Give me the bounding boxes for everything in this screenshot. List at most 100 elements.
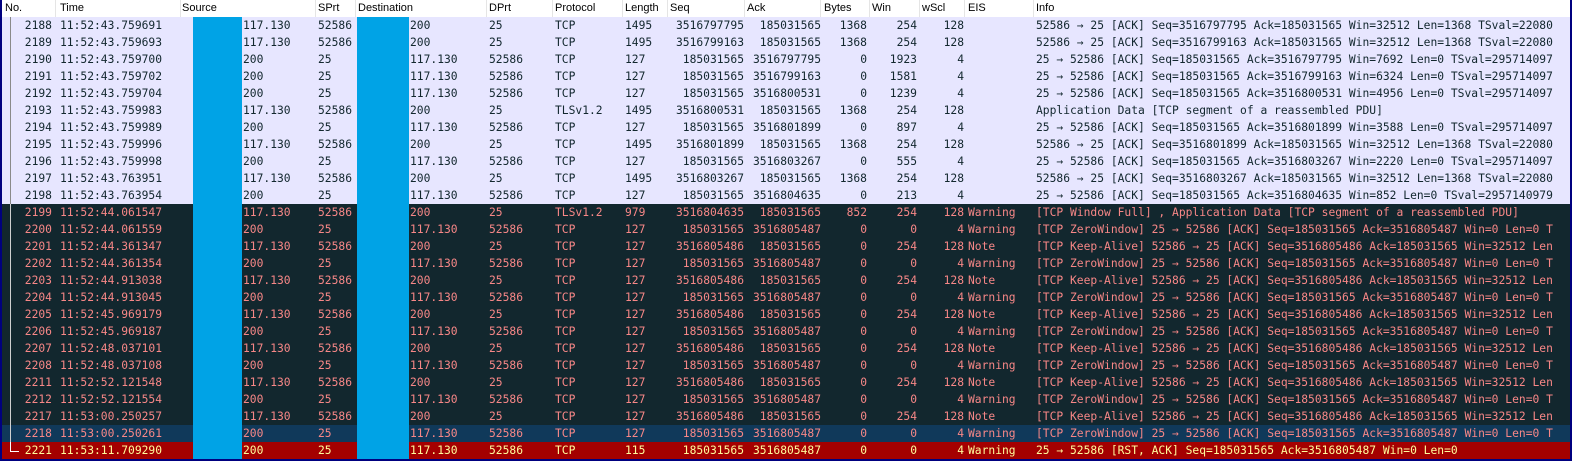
cell-time: 11:52:44.913045 [60,291,163,304]
cell-time: 11:52:45.969187 [60,325,163,338]
cell-seq: 185031565 [682,223,744,236]
cell-seq: 185031565 [682,444,744,457]
col-protocol[interactable]: Protocol [555,2,595,14]
cell-seq: 185031565 [682,393,744,406]
cell-ack: 185031565 [759,342,821,355]
cell-bytes: 0 [860,427,867,440]
cell-no: 2207 [24,342,52,355]
cell-no: 2205 [24,308,52,321]
cell-dprt: 52586 [489,189,524,202]
cell-no: 2218 [24,427,52,440]
col-destination[interactable]: Destination [358,2,413,14]
cell-dst: 117.130 [410,70,458,83]
cell-no: 2195 [24,138,52,151]
cell-eis: Note [968,410,996,423]
cell-proto: TCP [555,138,576,151]
cell-dst: 200 [410,308,431,321]
cell-bytes: 0 [860,325,867,338]
cell-seq: 185031565 [682,291,744,304]
cell-sprt: 25 [318,325,332,338]
cell-info: 52586 → 25 [ACK] Seq=3516799163 Ack=1850… [1036,36,1553,49]
cell-info: [TCP ZeroWindow] 25 → 52586 [ACK] Seq=18… [1036,359,1553,372]
cell-src: 200 [243,121,264,134]
cell-info: 25 → 52586 [ACK] Seq=185031565 Ack=35167… [1036,53,1553,66]
cell-len: 127 [625,427,646,440]
cell-no: 2194 [24,121,52,134]
col-ack[interactable]: Ack [747,2,765,14]
cell-bytes: 0 [860,274,867,287]
col-length[interactable]: Length [625,2,659,14]
cell-ack: 185031565 [759,308,821,321]
cell-seq: 185031565 [682,121,744,134]
cell-dprt: 25 [489,376,503,389]
cell-time: 11:52:44.061547 [60,206,163,219]
cell-proto: TCP [555,427,576,440]
cell-dst: 200 [410,19,431,32]
cell-info: [TCP ZeroWindow] 25 → 52586 [ACK] Seq=18… [1036,393,1553,406]
cell-dst: 117.130 [410,427,458,440]
cell-dprt: 25 [489,206,503,219]
col-sport[interactable]: SPrt [318,2,339,14]
cell-no: 2212 [24,393,52,406]
cell-ack: 185031565 [759,138,821,151]
cell-no: 2200 [24,223,52,236]
cell-seq: 3516805486 [675,274,744,287]
cell-src: 200 [243,427,264,440]
cell-no: 2188 [24,19,52,32]
cell-sprt: 52586 [318,172,353,185]
cell-proto: TCP [555,308,576,321]
cell-eis: Warning [968,359,1016,372]
cell-dst: 117.130 [410,393,458,406]
cell-eis: Note [968,274,996,287]
cell-proto: TCP [555,70,576,83]
cell-info: [TCP Keep-Alive] 52586 → 25 [ACK] Seq=35… [1036,274,1553,287]
cell-eis: Warning [968,427,1016,440]
cell-ack: 3516805487 [752,444,821,457]
cell-bytes: 1368 [839,138,867,151]
cell-dprt: 25 [489,172,503,185]
cell-src: 117.130 [243,410,291,423]
cell-sprt: 25 [318,427,332,440]
cell-no: 2203 [24,274,52,287]
col-source[interactable]: Source [182,2,217,14]
cell-dprt: 52586 [489,291,524,304]
cell-wscl: 128 [943,342,964,355]
cell-sprt: 25 [318,87,332,100]
col-info[interactable]: Info [1036,2,1054,14]
cell-time: 11:52:43.759691 [60,19,163,32]
cell-wscl: 128 [943,19,964,32]
cell-wscl: 128 [943,172,964,185]
col-seq[interactable]: Seq [670,2,690,14]
cell-sprt: 25 [318,291,332,304]
col-time[interactable]: Time [60,2,84,14]
cell-win: 254 [896,376,917,389]
cell-dst: 117.130 [410,257,458,270]
col-dport[interactable]: DPrt [489,2,511,14]
cell-time: 11:52:48.037101 [60,342,163,355]
cell-eis: Note [968,240,996,253]
cell-len: 1495 [625,104,653,117]
cell-info: 25 → 52586 [ACK] Seq=185031565 Ack=35167… [1036,70,1553,83]
cell-src: 117.130 [243,206,291,219]
cell-no: 2208 [24,359,52,372]
cell-len: 127 [625,189,646,202]
cell-win: 254 [896,240,917,253]
cell-win: 0 [910,393,917,406]
cell-eis: Warning [968,444,1016,457]
cell-len: 127 [625,87,646,100]
col-no[interactable]: No. [5,2,22,14]
cell-win: 897 [896,121,917,134]
cell-src: 200 [243,53,264,66]
col-bytes[interactable]: Bytes [824,2,852,14]
cell-wscl: 4 [957,325,964,338]
cell-seq: 3516805486 [675,342,744,355]
cell-info: 52586 → 25 [ACK] Seq=3516803267 Ack=1850… [1036,172,1553,185]
col-wscl[interactable]: wScl [922,2,945,14]
cell-wscl: 4 [957,87,964,100]
col-win[interactable]: Win [872,2,891,14]
cell-info: [TCP ZeroWindow] 25 → 52586 [ACK] Seq=18… [1036,427,1553,440]
cell-len: 127 [625,359,646,372]
col-eis[interactable]: EIS [968,2,986,14]
cell-no: 2192 [24,87,52,100]
cell-time: 11:52:43.759693 [60,36,163,49]
